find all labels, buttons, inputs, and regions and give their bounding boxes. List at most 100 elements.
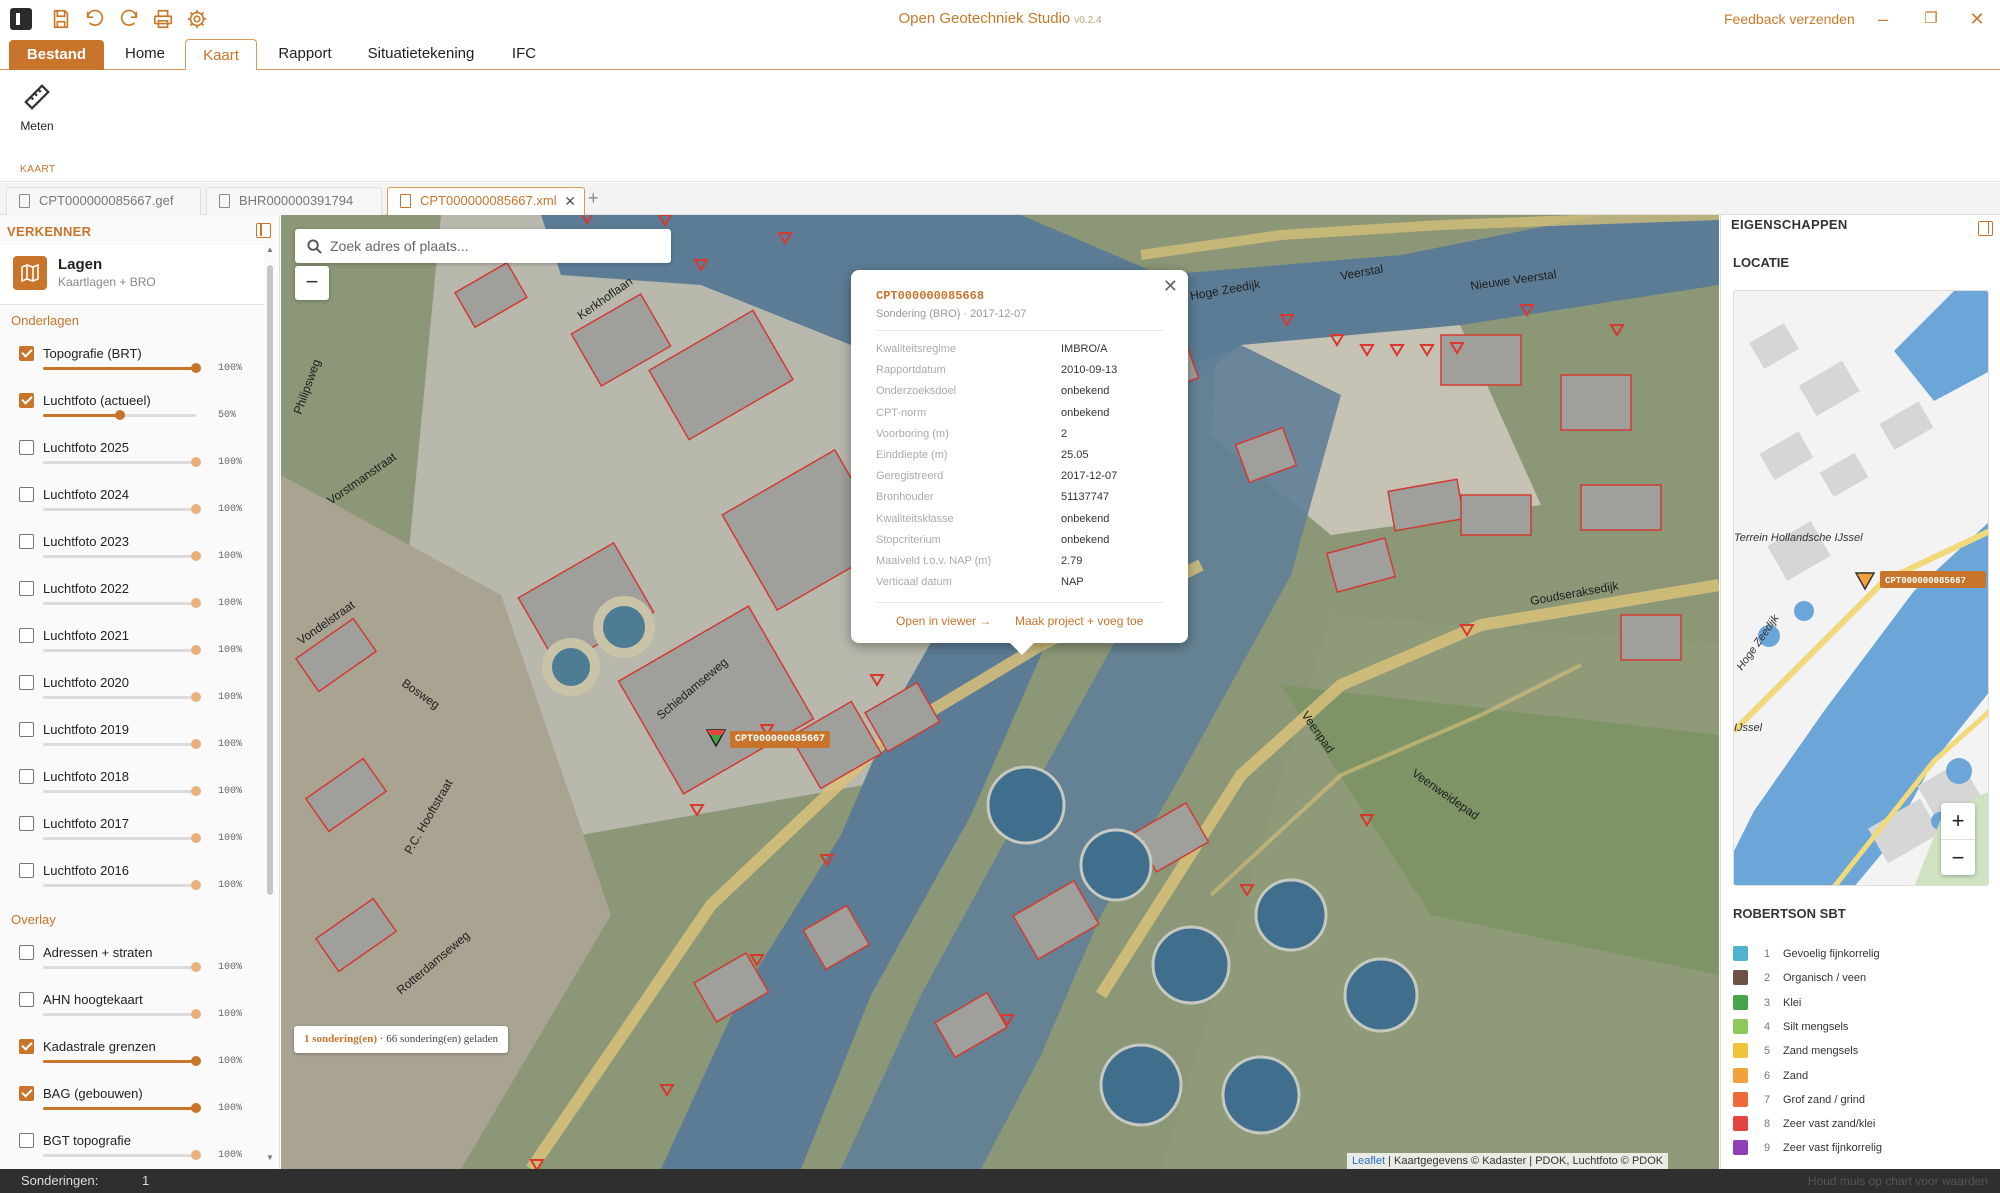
- layer-checkbox[interactable]: [19, 534, 34, 549]
- opacity-slider[interactable]: [43, 410, 196, 420]
- opacity-slider[interactable]: [43, 363, 201, 373]
- slider-knob[interactable]: [191, 833, 201, 843]
- layers-card[interactable]: Lagen Kaartlagen + BRO: [0, 245, 264, 305]
- minimap-zoom-in-button[interactable]: +: [1941, 803, 1975, 839]
- slider-knob[interactable]: [191, 1103, 201, 1113]
- layer-checkbox[interactable]: [19, 487, 34, 502]
- restore-icon[interactable]: ❐: [1916, 6, 1946, 32]
- opacity-slider[interactable]: [43, 833, 201, 843]
- scroll-down-icon[interactable]: ▼: [265, 1153, 275, 1162]
- slider-knob[interactable]: [191, 692, 201, 702]
- panel-toggle-icon[interactable]: [1978, 221, 1993, 236]
- tab-rapport[interactable]: Rapport: [268, 38, 342, 70]
- layer-checkbox[interactable]: [19, 628, 34, 643]
- opacity-slider[interactable]: [43, 645, 201, 655]
- layer-row[interactable]: Luchtfoto 2023 100%: [0, 534, 260, 581]
- layer-row[interactable]: Luchtfoto 2021 100%: [0, 628, 260, 675]
- layer-row[interactable]: Luchtfoto (actueel) 50%: [0, 393, 260, 440]
- opacity-slider[interactable]: [43, 786, 201, 796]
- minimize-icon[interactable]: –: [1868, 6, 1898, 32]
- slider-knob[interactable]: [191, 786, 201, 796]
- cpt-marker-label[interactable]: CPT000000085667: [730, 731, 831, 748]
- cpt-marker-icon[interactable]: [706, 729, 726, 747]
- open-in-viewer-link[interactable]: Open in viewer →: [896, 614, 991, 628]
- map-search-input[interactable]: [330, 235, 660, 257]
- opacity-slider[interactable]: [43, 1056, 201, 1066]
- layer-checkbox[interactable]: [19, 675, 34, 690]
- tab-ifc[interactable]: IFC: [502, 38, 546, 70]
- layer-checkbox[interactable]: [19, 945, 34, 960]
- slider-knob[interactable]: [191, 739, 201, 749]
- layer-row[interactable]: Luchtfoto 2018 100%: [0, 769, 260, 816]
- slider-knob[interactable]: [191, 1009, 201, 1019]
- layer-row[interactable]: Luchtfoto 2024 100%: [0, 487, 260, 534]
- layer-checkbox[interactable]: [19, 440, 34, 455]
- doc-tab-bhr[interactable]: BHR000000391794: [206, 187, 382, 215]
- opacity-slider[interactable]: [43, 457, 201, 467]
- layer-checkbox[interactable]: [19, 346, 34, 361]
- slider-knob[interactable]: [191, 880, 201, 890]
- map-zoom-out-button[interactable]: −: [295, 266, 329, 300]
- map-search-box[interactable]: [295, 229, 671, 263]
- layer-checkbox[interactable]: [19, 863, 34, 878]
- opacity-slider[interactable]: [43, 962, 201, 972]
- opacity-slider[interactable]: [43, 551, 201, 561]
- slider-knob[interactable]: [191, 1056, 201, 1066]
- layer-checkbox[interactable]: [19, 816, 34, 831]
- opacity-slider[interactable]: [43, 1150, 201, 1160]
- explorer-scrollbar[interactable]: ▲ ▼: [265, 245, 275, 1165]
- layer-checkbox[interactable]: [19, 393, 34, 408]
- layer-checkbox[interactable]: [19, 769, 34, 784]
- scroll-thumb[interactable]: [267, 265, 273, 895]
- measure-button[interactable]: Meten: [16, 82, 58, 142]
- layer-checkbox[interactable]: [19, 992, 34, 1007]
- leaflet-link[interactable]: Leaflet: [1352, 1155, 1385, 1167]
- opacity-slider[interactable]: [43, 1103, 201, 1113]
- feedback-link[interactable]: Feedback verzenden: [1724, 11, 1855, 27]
- slider-knob[interactable]: [191, 598, 201, 608]
- layer-row[interactable]: Luchtfoto 2016 100%: [0, 863, 260, 910]
- tab-home[interactable]: Home: [112, 38, 178, 70]
- slider-knob[interactable]: [191, 363, 201, 373]
- layer-checkbox[interactable]: [19, 1039, 34, 1054]
- layer-row[interactable]: Luchtfoto 2017 100%: [0, 816, 260, 863]
- layer-row[interactable]: Luchtfoto 2019 100%: [0, 722, 260, 769]
- opacity-slider[interactable]: [43, 504, 201, 514]
- layer-checkbox[interactable]: [19, 1086, 34, 1101]
- doc-tab-gef[interactable]: CPT000000085667.gef: [6, 187, 201, 215]
- map-view[interactable]: Kerkhoflaan Vorstmanstraat Philipsweg Vonde…: [281, 215, 1719, 1169]
- tab-kaart[interactable]: Kaart: [185, 39, 257, 71]
- slider-knob[interactable]: [191, 551, 201, 561]
- doc-tab-xml[interactable]: CPT000000085667.xml ✕: [387, 187, 585, 215]
- popup-close-icon[interactable]: ✕: [1163, 276, 1178, 297]
- panel-toggle-icon[interactable]: [256, 223, 271, 238]
- layer-row[interactable]: Luchtfoto 2022 100%: [0, 581, 260, 628]
- scroll-up-icon[interactable]: ▲: [265, 245, 275, 254]
- make-project-link[interactable]: Maak project + voeg toe: [1015, 614, 1143, 628]
- tab-situatietekening[interactable]: Situatietekening: [360, 38, 482, 70]
- opacity-slider[interactable]: [43, 880, 201, 890]
- opacity-slider[interactable]: [43, 1009, 201, 1019]
- opacity-slider[interactable]: [43, 692, 201, 702]
- slider-knob[interactable]: [191, 962, 201, 972]
- layer-row[interactable]: Topografie (BRT) 100%: [0, 346, 260, 393]
- tab-bestand[interactable]: Bestand: [9, 40, 104, 70]
- close-icon[interactable]: ✕: [1962, 6, 1992, 32]
- layer-row[interactable]: Luchtfoto 2020 100%: [0, 675, 260, 722]
- layer-checkbox[interactable]: [19, 581, 34, 596]
- layer-row[interactable]: Kadastrale grenzen 100%: [0, 1039, 260, 1086]
- layer-row[interactable]: Adressen + straten 100%: [0, 945, 260, 992]
- add-tab-button[interactable]: +: [588, 188, 599, 209]
- layer-row[interactable]: BGT topografie 100%: [0, 1133, 260, 1169]
- layer-row[interactable]: AHN hoogtekaart 100%: [0, 992, 260, 1039]
- minimap-zoom-out-button[interactable]: −: [1941, 840, 1975, 876]
- slider-knob[interactable]: [191, 457, 201, 467]
- layer-row[interactable]: BAG (gebouwen) 100%: [0, 1086, 260, 1133]
- close-tab-icon[interactable]: ✕: [564, 188, 576, 214]
- opacity-slider[interactable]: [43, 598, 201, 608]
- location-minimap[interactable]: Terrein Hollandsche IJssel Hoge Zeedijk …: [1733, 290, 1989, 886]
- layer-checkbox[interactable]: [19, 722, 34, 737]
- layer-row[interactable]: Luchtfoto 2025 100%: [0, 440, 260, 487]
- slider-knob[interactable]: [114, 410, 125, 420]
- slider-knob[interactable]: [191, 1150, 201, 1160]
